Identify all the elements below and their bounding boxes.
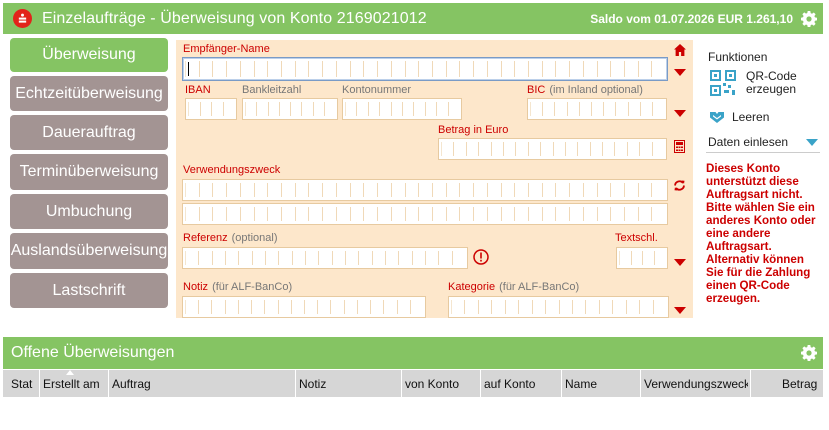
textkey-input[interactable]	[616, 247, 668, 269]
iban-label: IBAN	[185, 84, 211, 96]
pending-transfers-title: Offene Überweisungen	[11, 344, 175, 361]
col-from-account[interactable]: von Konto	[405, 377, 477, 391]
blz-input[interactable]	[242, 98, 338, 120]
textkey-dropdown-icon[interactable]	[674, 259, 686, 266]
purpose-line2-input[interactable]	[182, 203, 668, 225]
swap-icon[interactable]	[673, 179, 686, 192]
nav-terminueberweisung[interactable]: Terminüberweisung	[10, 154, 168, 190]
col-purpose[interactable]: Verwendungszweck	[644, 377, 748, 391]
recipient-dropdown-icon[interactable]	[674, 69, 686, 76]
note-label: Notiz (für ALF-BanCo)	[183, 281, 293, 293]
import-data-label: Daten einlesen	[708, 135, 789, 149]
account-warning: Dieses Konto unterstützt diese Auftragsa…	[706, 162, 816, 305]
col-note[interactable]: Notiz	[299, 377, 399, 391]
nav-echtzeitueberweisung[interactable]: Echtzeitüberweisung	[10, 76, 168, 111]
category-input[interactable]	[448, 296, 669, 318]
title-bar: Einzelaufträge - Überweisung von Konto 2…	[3, 3, 823, 34]
col-amount[interactable]: Betrag	[782, 377, 822, 391]
sparkasse-logo-icon	[13, 9, 32, 28]
qr-label-line2: erzeugen	[746, 82, 797, 96]
qr-code-button[interactable]: QR-Code erzeugen	[710, 70, 797, 96]
amount-label: Betrag in Euro	[438, 124, 509, 136]
import-data-dropdown[interactable]: Daten einlesen	[706, 132, 820, 153]
reference-label: Referenz (optional)	[183, 232, 278, 244]
sort-indicator-icon	[66, 370, 74, 375]
clear-button[interactable]: Leeren	[710, 110, 769, 124]
functions-heading: Funktionen	[708, 50, 768, 64]
gear-icon[interactable]	[801, 10, 817, 27]
col-order[interactable]: Auftrag	[112, 377, 292, 391]
nav-lastschrift[interactable]: Lastschrift	[10, 273, 168, 308]
bic-input[interactable]	[527, 98, 667, 120]
col-name[interactable]: Name	[565, 377, 639, 391]
col-stat[interactable]: Stat	[11, 377, 39, 391]
textkey-label: Textschl.	[615, 232, 658, 244]
eraser-icon	[710, 112, 724, 123]
recipient-label: Empfänger-Name	[183, 43, 270, 55]
app-window: Einzelaufträge - Überweisung von Konto 2…	[0, 0, 829, 430]
window-title: Einzelaufträge - Überweisung von Konto 2…	[42, 9, 427, 27]
blz-label: Bankleitzahl	[242, 84, 302, 96]
purpose-line1-input[interactable]	[182, 179, 668, 201]
calculator-icon[interactable]	[674, 140, 685, 153]
iban-input[interactable]	[185, 98, 237, 120]
qr-code-icon	[710, 70, 736, 96]
clear-label: Leeren	[732, 110, 770, 124]
nav-dauerauftrag[interactable]: Dauerauftrag	[10, 115, 168, 150]
text-cursor	[188, 62, 189, 76]
category-dropdown-icon[interactable]	[674, 307, 686, 314]
bic-label: BIC (im Inland optional)	[527, 84, 643, 96]
category-label: Kategorie (für ALF-BanCo)	[448, 281, 580, 293]
home-icon[interactable]	[674, 44, 686, 56]
chevron-down-icon	[806, 138, 818, 146]
col-to-account[interactable]: auf Konto	[484, 377, 558, 391]
purpose-label: Verwendungszweck	[183, 164, 281, 176]
pending-transfers-header: Offene Überweisungen	[3, 337, 823, 369]
nav-umbuchung[interactable]: Umbuchung	[10, 194, 168, 229]
account-number-input[interactable]	[342, 98, 462, 120]
col-created[interactable]: Erstellt am	[43, 377, 107, 391]
functions-panel: Funktionen QR-Code erzeugen Leeren Daten …	[701, 40, 823, 320]
recipient-name-input[interactable]	[182, 57, 668, 81]
amount-input[interactable]	[438, 138, 667, 160]
nav-ueberweisung[interactable]: Überweisung	[10, 38, 168, 72]
nav-auslandsueberweisung[interactable]: Auslandsüberweisung	[10, 233, 168, 269]
gear-icon[interactable]	[801, 345, 817, 361]
transfer-form: Empfänger-Name IBAN Bankleitzahl Kontonu…	[176, 40, 693, 318]
pending-table-header: Stat Erstellt am Auftrag Notiz von Konto…	[3, 370, 823, 397]
bic-dropdown-icon[interactable]	[674, 110, 686, 117]
account-number-label: Kontonummer	[342, 84, 412, 96]
info-icon[interactable]	[473, 249, 489, 265]
balance-info: Saldo vom 01.07.2026 EUR 1.261,10	[590, 11, 793, 26]
order-type-nav: Überweisung Echtzeitüberweisung Dauerauf…	[10, 38, 168, 312]
reference-input[interactable]	[182, 247, 468, 269]
note-input[interactable]	[182, 296, 426, 318]
